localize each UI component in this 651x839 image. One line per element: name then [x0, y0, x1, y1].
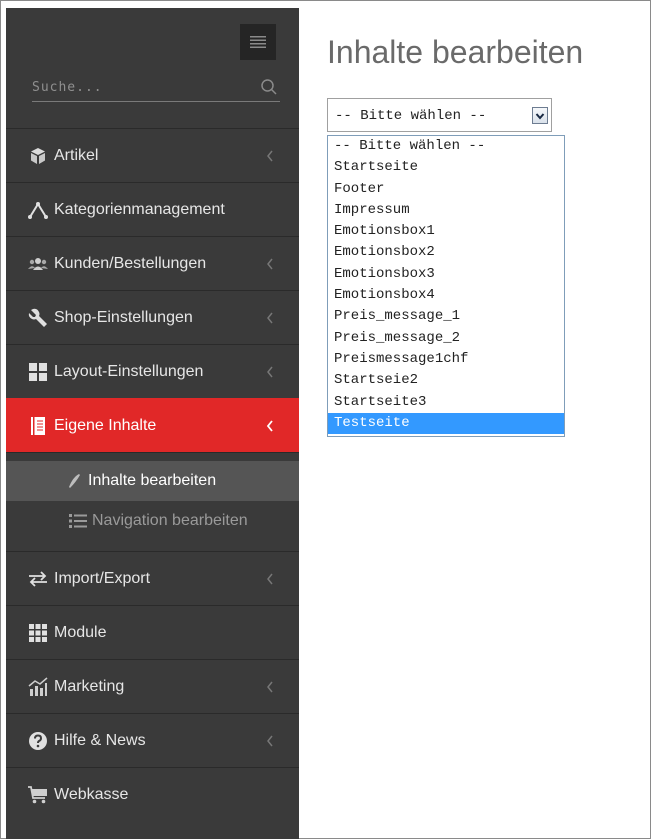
- submenu-item-label: Inhalte bearbeiten: [88, 472, 217, 489]
- search-icon[interactable]: [260, 78, 278, 96]
- submenu-item-inhalte-bearbeiten[interactable]: Inhalte bearbeiten: [6, 461, 299, 501]
- dropdown-option[interactable]: Emotionsbox2: [328, 242, 564, 263]
- select-value: -- Bitte wählen --: [335, 108, 487, 124]
- th-icon: [27, 622, 49, 644]
- cart-icon: [27, 784, 49, 806]
- chevron-left-icon: [267, 258, 273, 269]
- sidebar-item-shop-einstellungen[interactable]: Shop-Einstellungen: [6, 290, 299, 344]
- sidebar-item-label: Marketing: [54, 677, 125, 695]
- dropdown-option[interactable]: Emotionsbox4: [328, 285, 564, 306]
- chart-icon: [27, 676, 49, 698]
- dropdown-option-highlighted[interactable]: Testseite: [328, 412, 564, 435]
- cube-icon: [27, 145, 49, 167]
- sidebar-item-label: Shop-Einstellungen: [54, 308, 193, 326]
- chevron-left-icon: [267, 573, 273, 584]
- sidebar: Artikel Kategorienmanagement Kunden/Best…: [6, 8, 299, 839]
- sidebar-item-eigene-inhalte[interactable]: Eigene Inhalte: [6, 398, 299, 452]
- dropdown-option[interactable]: Preis_message_1: [328, 306, 564, 327]
- sidebar-item-label: Layout-Einstellungen: [54, 362, 204, 380]
- dropdown-option[interactable]: Startseie2: [328, 370, 564, 391]
- grid-icon: [27, 361, 49, 383]
- hamburger-menu-button[interactable]: [240, 24, 276, 60]
- sidebar-item-label: Eigene Inhalte: [54, 416, 157, 434]
- chevron-left-icon: [267, 366, 273, 377]
- pen-icon: [64, 472, 84, 490]
- sidebar-item-label: Webkasse: [54, 785, 129, 803]
- sidebar-item-layout-einstellungen[interactable]: Layout-Einstellungen: [6, 344, 299, 398]
- question-icon: [27, 730, 49, 752]
- dropdown-option[interactable]: Emotionsbox1: [328, 221, 564, 242]
- users-icon: [27, 253, 49, 275]
- wrench-icon: [27, 307, 49, 329]
- dropdown-option[interactable]: -- Bitte wählen --: [328, 136, 564, 157]
- sidebar-item-import-export[interactable]: Import/Export: [6, 551, 299, 605]
- sidebar-item-artikel[interactable]: Artikel: [6, 128, 299, 182]
- dropdown-option[interactable]: Emotionsbox3: [328, 264, 564, 285]
- sidebar-item-module[interactable]: Module: [6, 605, 299, 659]
- sidebar-item-hilfe-news[interactable]: Hilfe & News: [6, 713, 299, 767]
- sitemap-icon: [27, 199, 49, 221]
- sidebar-item-label: Module: [54, 623, 107, 641]
- sidebar-item-label: Kategorienmanagement: [54, 200, 225, 218]
- dropdown-option[interactable]: Preis_message_2: [328, 328, 564, 349]
- dropdown-option[interactable]: Footer: [328, 179, 564, 200]
- chevron-down-icon[interactable]: [532, 107, 548, 124]
- submenu-item-label: Navigation bearbeiten: [92, 512, 248, 529]
- dropdown-option[interactable]: Preismessage1chf: [328, 349, 564, 370]
- sidebar-item-webkasse[interactable]: Webkasse: [6, 767, 299, 821]
- chevron-left-icon: [266, 419, 273, 432]
- sidebar-item-marketing[interactable]: Marketing: [6, 659, 299, 713]
- chevron-left-icon: [267, 681, 273, 692]
- search-input[interactable]: [32, 76, 247, 98]
- dropdown-option[interactable]: Impressum: [328, 200, 564, 221]
- chevron-left-icon: [267, 735, 273, 746]
- chevron-left-icon: [267, 312, 273, 323]
- sidebar-item-label: Artikel: [54, 146, 99, 164]
- submenu-item-navigation-bearbeiten[interactable]: Navigation bearbeiten: [6, 501, 299, 541]
- content-select[interactable]: -- Bitte wählen --: [327, 98, 552, 132]
- book-icon: [27, 415, 49, 437]
- dropdown-option[interactable]: Startseite3: [328, 392, 564, 413]
- select-dropdown-list: -- Bitte wählen -- Startseite Footer Imp…: [327, 135, 565, 437]
- dropdown-option[interactable]: Startseite: [328, 157, 564, 178]
- sidebar-item-label: Import/Export: [54, 569, 151, 587]
- sidebar-item-label: Kunden/Bestellungen: [54, 254, 207, 272]
- list-icon: [68, 512, 88, 530]
- chevron-left-icon: [267, 150, 273, 161]
- sidebar-item-label: Hilfe & News: [54, 731, 146, 749]
- hamburger-icon: [250, 36, 266, 48]
- exchange-icon: [27, 568, 49, 590]
- search-box: [32, 70, 280, 102]
- page-title: Inhalte bearbeiten: [327, 34, 584, 70]
- sidebar-item-kategorienmanagement[interactable]: Kategorienmanagement: [6, 182, 299, 236]
- sidebar-item-kunden-bestellungen[interactable]: Kunden/Bestellungen: [6, 236, 299, 290]
- submenu-eigene-inhalte: Inhalte bearbeiten Navigation bearbeiten: [6, 452, 299, 551]
- sidebar-menu: Artikel Kategorienmanagement Kunden/Best…: [6, 128, 299, 821]
